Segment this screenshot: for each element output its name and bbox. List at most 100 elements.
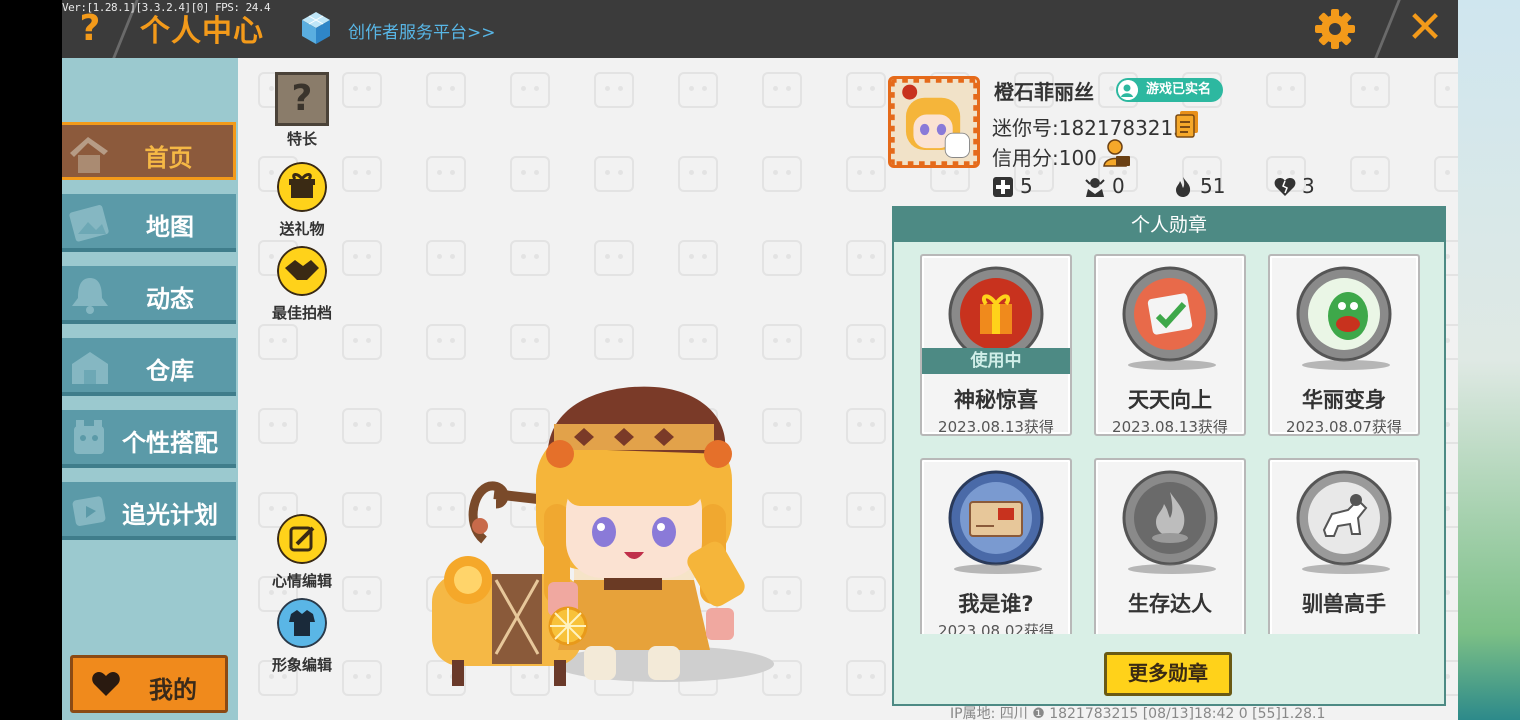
gear-icon[interactable]	[1312, 6, 1358, 52]
friends-count: 5	[1020, 174, 1033, 198]
sidebar-item-outfit[interactable]: 个性搭配	[62, 410, 236, 468]
handshake-icon	[277, 246, 327, 296]
background-tile	[510, 156, 550, 192]
background-tile	[342, 576, 382, 612]
medal-name: 我是谁?	[958, 592, 1034, 616]
sidebar-item-label: 地图	[146, 213, 194, 241]
copy-icon[interactable]	[1174, 110, 1200, 138]
background-scenery	[1458, 0, 1520, 720]
avatar-edit-label: 形象编辑	[271, 656, 332, 674]
sidebar-item-label: 动态	[146, 285, 194, 313]
gift-icon	[277, 162, 327, 212]
bell-icon	[72, 278, 108, 314]
sidebar-item-map[interactable]: 地图	[62, 194, 236, 252]
my-profile-button[interactable]: 我的	[70, 655, 228, 713]
background-tile	[762, 240, 802, 276]
mood-edit-button[interactable]: 心情编辑	[262, 514, 342, 591]
medal-name: 天天向上	[1128, 388, 1212, 412]
background-tile	[846, 576, 886, 612]
mini-id: 迷你号:1821783215	[992, 116, 1186, 140]
sidebar-item-warehouse[interactable]: 仓库	[62, 338, 236, 396]
medal-shadow	[1302, 360, 1390, 370]
close-icon[interactable]: ✕	[1402, 6, 1448, 52]
campfire-medal-icon	[1122, 470, 1218, 566]
username: 橙石菲丽丝	[994, 80, 1094, 104]
medal-card[interactable]: 天天向上 2023.08.13获得	[1094, 254, 1246, 436]
profile-panel: 橙石菲丽丝 游戏已实名 迷你号:1821783215 信用分:100 5 0 5…	[888, 76, 1448, 206]
add-friend-icon	[993, 177, 1013, 197]
medal-name: 华丽变身	[1302, 388, 1386, 412]
best-partner-button[interactable]: 最佳拍档	[262, 246, 342, 323]
medal-card[interactable]: 驯兽高手	[1268, 458, 1420, 634]
medal-card[interactable]: 生存达人	[1094, 458, 1246, 634]
sidebar-item-home[interactable]: 首页	[62, 122, 236, 180]
medal-card[interactable]: 使用中 神秘惊喜 2023.08.13获得	[920, 254, 1072, 436]
medal-shadow	[1128, 564, 1216, 574]
sidebar-item-spotlight[interactable]: 追光计划	[62, 482, 236, 540]
version-fps-readout: Ver:[1.28.1][3.3.2.4][0] FPS: 24.4	[62, 1, 271, 14]
shirt-icon	[277, 598, 327, 648]
mood-edit-label: 心情编辑	[271, 572, 332, 590]
creator-cube-icon[interactable]	[300, 10, 332, 46]
medal-date: 2023.08.02获得	[938, 622, 1054, 634]
background-tile	[342, 156, 382, 192]
in-use-badge: 使用中	[922, 348, 1070, 374]
background-tile	[846, 492, 886, 528]
background-tile	[762, 72, 802, 108]
more-medals-button[interactable]: 更多勋章	[1104, 652, 1232, 696]
background-tile	[510, 72, 550, 108]
background-tile	[342, 240, 382, 276]
verified-badge: 游戏已实名	[1116, 78, 1224, 102]
background-tile	[846, 660, 886, 696]
medal-date: 2023.08.13获得	[1112, 418, 1228, 436]
avatar[interactable]	[888, 76, 980, 168]
background-tile	[846, 240, 886, 276]
fire-icon	[1176, 177, 1191, 197]
avatar-edit-button[interactable]: 形象编辑	[262, 598, 342, 675]
sidebar-item-label: 追光计划	[122, 501, 218, 529]
sidebar-item-feed[interactable]: 动态	[62, 266, 236, 324]
medal-grid[interactable]: 使用中 神秘惊喜 2023.08.13获得 天天向上 2023.08.13获得	[894, 242, 1444, 634]
background-tile	[426, 72, 466, 108]
medal-date: 2023.08.07获得	[1286, 418, 1402, 436]
background-tile	[258, 408, 298, 444]
medal-shadow	[1128, 360, 1216, 370]
medal-shadow	[1302, 564, 1390, 574]
background-tile	[342, 660, 382, 696]
my-profile-label: 我的	[149, 676, 197, 704]
background-tile	[342, 324, 382, 360]
medal-shadow	[954, 564, 1042, 574]
calendar-medal-icon	[1122, 266, 1218, 362]
medal-name: 神秘惊喜	[954, 388, 1038, 412]
background-tile	[510, 240, 550, 276]
divider	[1373, 0, 1402, 60]
question-box-icon: ?	[275, 72, 329, 126]
sidebar-nav: 首页 地图 动态 仓库 个性搭配 追光计划 我的	[62, 58, 238, 720]
background-tile	[426, 240, 466, 276]
specialty-button[interactable]: ? 特长	[262, 72, 342, 149]
main-content: ? 特长 送礼物 最佳拍档 心情编辑 形象编辑 橙石菲丽丝 游戏已实名 迷你号:…	[238, 58, 1458, 720]
background-tile	[678, 240, 718, 276]
background-tile	[762, 156, 802, 192]
background-tile	[594, 240, 634, 276]
specialty-label: 特长	[286, 130, 317, 148]
creator-platform-link[interactable]: 创作者服务平台>>	[348, 18, 496, 43]
player-character-model[interactable]	[424, 354, 804, 694]
medal-card[interactable]: 华丽变身 2023.08.07获得	[1268, 254, 1420, 436]
medal-name: 驯兽高手	[1302, 592, 1386, 616]
background-tile	[342, 492, 382, 528]
background-tile	[678, 156, 718, 192]
followers-count: 0	[1112, 174, 1125, 198]
footer-info: IP属地: 四川 ❶ 1821783215 [08/13]18:42 0 [55…	[950, 706, 1326, 720]
send-gift-button[interactable]: 送礼物	[262, 162, 342, 239]
spotlight-icon	[72, 496, 106, 526]
dino-medal-icon	[1296, 266, 1392, 362]
background-tile	[846, 408, 886, 444]
medal-name: 生存达人	[1128, 592, 1212, 616]
background-tile	[426, 156, 466, 192]
credit-user-icon[interactable]	[1102, 138, 1132, 168]
best-partner-label: 最佳拍档	[271, 304, 332, 322]
medal-card[interactable]: 我是谁? 2023.08.02获得	[920, 458, 1072, 634]
background-tile	[678, 72, 718, 108]
sidebar-item-label: 仓库	[146, 357, 194, 385]
